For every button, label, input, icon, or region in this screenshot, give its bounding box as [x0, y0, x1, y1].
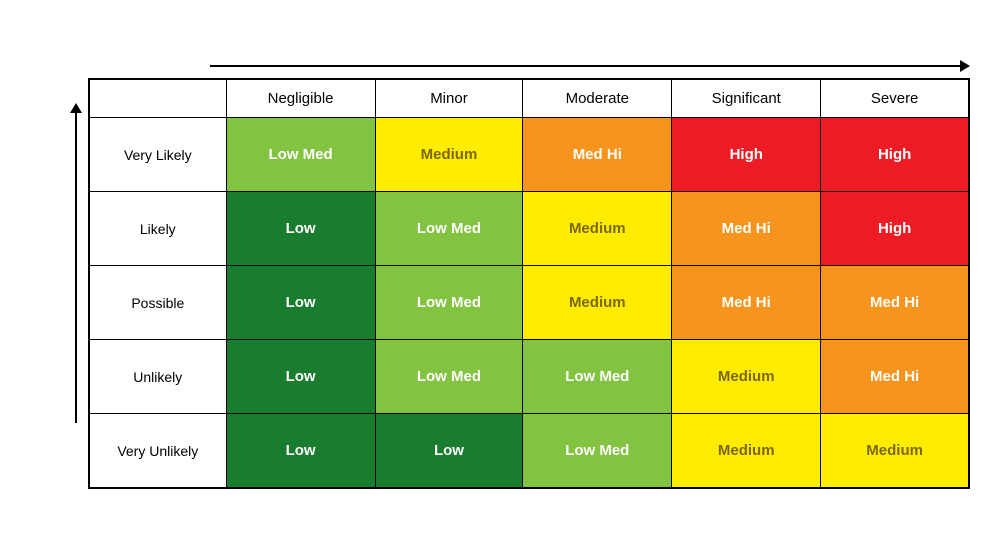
cell-2-2: Medium	[523, 266, 672, 340]
impact-arrow-line	[210, 65, 960, 67]
row-label-1: Likely	[89, 192, 226, 266]
cell-4-1: Low	[375, 414, 523, 488]
left-arrows	[70, 78, 86, 489]
cell-0-4: High	[821, 118, 969, 192]
cell-3-2: Low Med	[523, 340, 672, 414]
cell-0-0: Low Med	[226, 118, 375, 192]
header-empty-cell	[89, 79, 226, 118]
impact-header	[70, 58, 970, 72]
cell-3-4: Med Hi	[821, 340, 969, 414]
col-header-4: Severe	[821, 79, 969, 118]
table-row: LikelyLowLow MedMediumMed HiHigh	[89, 192, 969, 266]
table-row: PossibleLowLow MedMediumMed HiMed Hi	[89, 266, 969, 340]
table-row: UnlikelyLowLow MedLow MedMediumMed Hi	[89, 340, 969, 414]
impact-arrow-head	[960, 60, 970, 72]
table-row: Very LikelyLow MedMediumMed HiHighHigh	[89, 118, 969, 192]
cell-4-4: Medium	[821, 414, 969, 488]
cell-1-2: Medium	[523, 192, 672, 266]
cell-2-1: Low Med	[375, 266, 523, 340]
col-header-3: Significant	[672, 79, 821, 118]
cell-0-2: Med Hi	[523, 118, 672, 192]
cell-4-3: Medium	[672, 414, 821, 488]
cell-3-0: Low	[226, 340, 375, 414]
cell-1-4: High	[821, 192, 969, 266]
impact-arrow	[210, 60, 970, 72]
likelihood-arrow-line-v	[75, 113, 77, 423]
row-label-2: Possible	[89, 266, 226, 340]
likelihood-arrow-wrap	[70, 78, 82, 448]
cell-4-0: Low	[226, 414, 375, 488]
row-label-3: Unlikely	[89, 340, 226, 414]
risk-matrix-table: NegligibleMinorModerateSignificantSevere…	[88, 78, 970, 489]
cell-3-3: Medium	[672, 340, 821, 414]
cell-0-3: High	[672, 118, 821, 192]
cell-2-4: Med Hi	[821, 266, 969, 340]
cell-4-2: Low Med	[523, 414, 672, 488]
cell-3-1: Low Med	[375, 340, 523, 414]
col-header-1: Minor	[375, 79, 523, 118]
row-label-4: Very Unlikely	[89, 414, 226, 488]
impact-arrow-container	[210, 58, 970, 72]
likelihood-arrow-head-up	[70, 103, 82, 113]
cell-1-1: Low Med	[375, 192, 523, 266]
cell-1-0: Low	[226, 192, 375, 266]
chart-wrapper: NegligibleMinorModerateSignificantSevere…	[0, 28, 1000, 509]
cell-2-3: Med Hi	[672, 266, 821, 340]
col-header-2: Moderate	[523, 79, 672, 118]
table-area: NegligibleMinorModerateSignificantSevere…	[70, 78, 970, 489]
table-row: Very UnlikelyLowLowLow MedMediumMedium	[89, 414, 969, 488]
cell-2-0: Low	[226, 266, 375, 340]
cell-0-1: Medium	[375, 118, 523, 192]
cell-1-3: Med Hi	[672, 192, 821, 266]
col-header-0: Negligible	[226, 79, 375, 118]
row-label-0: Very Likely	[89, 118, 226, 192]
